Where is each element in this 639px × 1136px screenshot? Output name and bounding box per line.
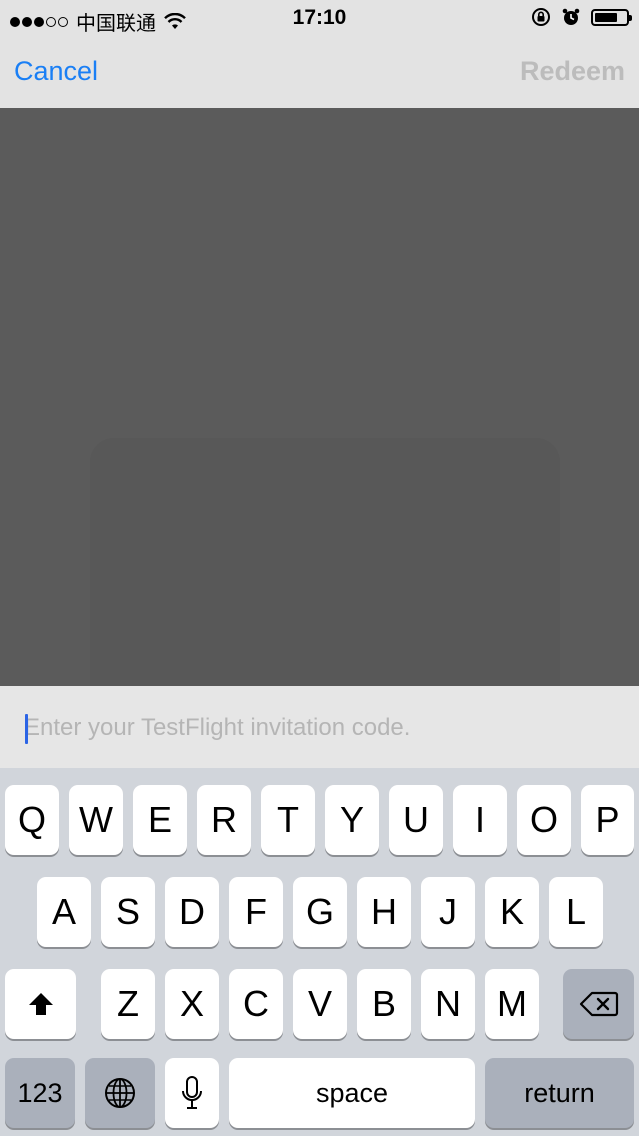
key-n[interactable]: N [421, 969, 475, 1039]
key-e[interactable]: E [133, 785, 187, 855]
key-f[interactable]: F [229, 877, 283, 947]
alarm-icon [562, 8, 580, 25]
key-d[interactable]: D [165, 877, 219, 947]
numbers-key[interactable]: 123 [5, 1058, 75, 1128]
camera-blur-shape [90, 438, 560, 686]
text-cursor [25, 714, 28, 744]
shift-icon [28, 993, 53, 1015]
key-o[interactable]: O [517, 785, 571, 855]
key-b[interactable]: B [357, 969, 411, 1039]
code-input-container [0, 686, 639, 768]
key-v[interactable]: V [293, 969, 347, 1039]
key-t[interactable]: T [261, 785, 315, 855]
key-c[interactable]: C [229, 969, 283, 1039]
cancel-button[interactable]: Cancel [14, 56, 98, 87]
key-x[interactable]: X [165, 969, 219, 1039]
key-a[interactable]: A [37, 877, 91, 947]
key-i[interactable]: I [453, 785, 507, 855]
globe-icon [105, 1078, 135, 1108]
backspace-key[interactable] [563, 969, 634, 1039]
key-r[interactable]: R [197, 785, 251, 855]
orientation-lock-icon [532, 8, 550, 26]
navigation-bar: Cancel Redeem [0, 36, 639, 108]
key-w[interactable]: W [69, 785, 123, 855]
key-g[interactable]: G [293, 877, 347, 947]
key-u[interactable]: U [389, 785, 443, 855]
redeem-button[interactable]: Redeem [520, 56, 625, 87]
key-s[interactable]: S [101, 877, 155, 947]
status-right [531, 7, 632, 27]
camera-preview [0, 108, 639, 686]
key-l[interactable]: L [549, 877, 603, 947]
key-p[interactable]: P [581, 785, 634, 855]
battery-nub [629, 14, 632, 21]
key-m[interactable]: M [485, 969, 539, 1039]
space-key[interactable]: space [229, 1058, 475, 1128]
backspace-icon [579, 991, 618, 1017]
keyboard: Q W E R T Y U I O P A S D F G H J K L Z … [0, 768, 639, 1136]
shift-key[interactable] [5, 969, 76, 1039]
key-k[interactable]: K [485, 877, 539, 947]
invitation-code-input[interactable] [24, 708, 624, 748]
key-q[interactable]: Q [5, 785, 59, 855]
dictation-key[interactable] [165, 1058, 219, 1128]
key-h[interactable]: H [357, 877, 411, 947]
status-bar: 中国联通 17:10 [0, 0, 639, 36]
battery-icon [591, 8, 632, 26]
microphone-icon [182, 1076, 202, 1109]
globe-key[interactable] [85, 1058, 155, 1128]
key-z[interactable]: Z [101, 969, 155, 1039]
return-key[interactable]: return [485, 1058, 634, 1128]
battery-fill [595, 12, 617, 22]
key-y[interactable]: Y [325, 785, 379, 855]
key-j[interactable]: J [421, 877, 475, 947]
